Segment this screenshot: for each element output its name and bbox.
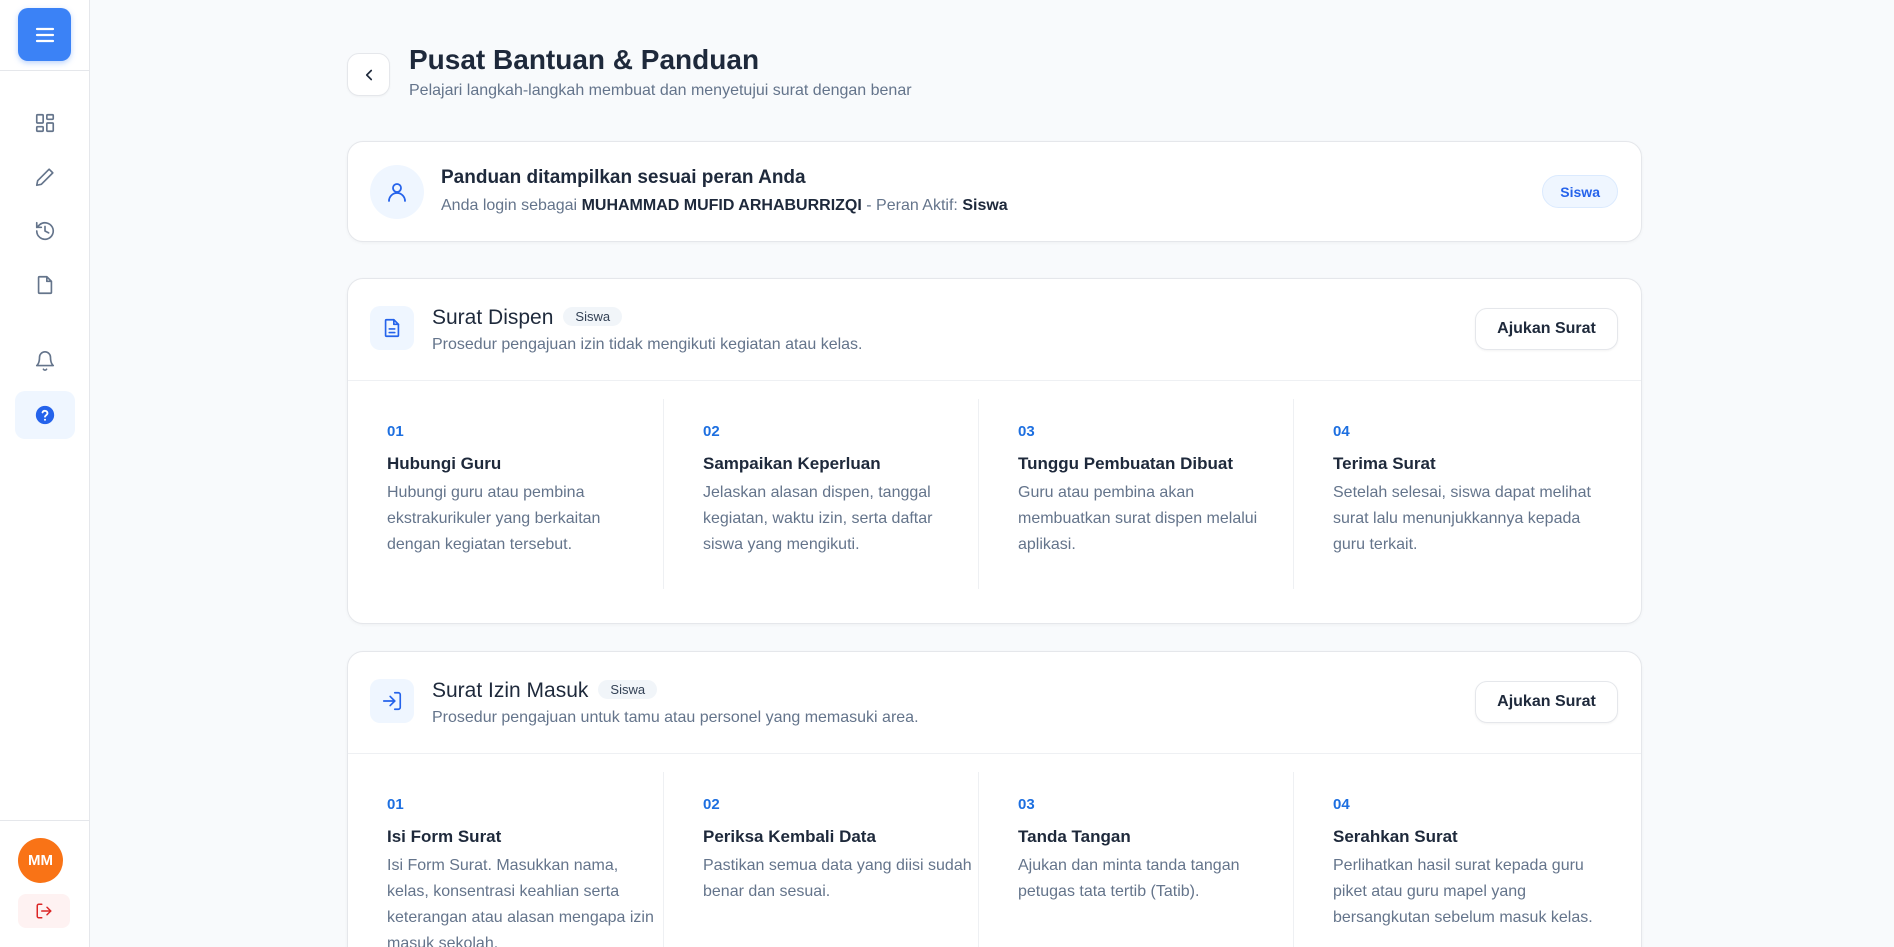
role-label: - Peran Aktif: — [861, 197, 958, 214]
step-number: 01 — [387, 796, 404, 813]
step-title: Tanda Tangan — [1018, 827, 1131, 846]
step-title: Isi Form Surat — [387, 827, 502, 846]
user-icon-wrapper — [370, 165, 424, 219]
section-description: Prosedur pengajuan untuk tamu atau perso… — [432, 709, 919, 726]
pencil-icon — [35, 168, 54, 187]
history-icon — [35, 221, 55, 241]
role-card-info: Anda login sebagai MUHAMMAD MUFID ARHABU… — [441, 197, 1008, 215]
step-number: 02 — [703, 423, 720, 440]
step-title: Periksa Kembali Data — [703, 827, 876, 846]
section-description: Prosedur pengajuan izin tidak mengikuti … — [432, 336, 863, 353]
section-title-text: Surat Izin Masuk — [432, 679, 589, 702]
sidebar-item-create[interactable] — [15, 153, 75, 201]
logout-icon — [36, 903, 52, 919]
sidebar-divider-bottom — [0, 820, 90, 821]
user-name: MUHAMMAD MUFID ARHABURRIZQI — [581, 197, 862, 214]
user-icon — [388, 183, 406, 202]
step-description: Guru atau pembina akan membuatkan surat … — [1018, 484, 1258, 553]
sidebar-item-notifications[interactable] — [15, 337, 75, 385]
sidebar-divider — [0, 70, 90, 71]
bell-icon — [35, 351, 55, 371]
help-icon — [35, 405, 55, 425]
role-info-card: Panduan ditampilkan sesuai peran Anda An… — [347, 141, 1642, 242]
section-title: Surat Izin Masuk Siswa — [432, 679, 658, 703]
login-as-label: Anda login sebagai — [441, 197, 578, 214]
section-header: Surat Dispen Siswa Prosedur pengajuan izi… — [348, 279, 1641, 381]
sidebar-item-dashboard[interactable] — [15, 99, 75, 147]
step-item: 03 Tunggu Pembuatan Dibuat Guru atau pem… — [978, 399, 1293, 589]
login-icon — [382, 691, 402, 711]
step-description: Jelaskan alasan dispen, tanggal kegiatan… — [703, 484, 933, 553]
document-icon-wrapper — [370, 306, 414, 350]
hamburger-icon — [35, 27, 54, 42]
page-title: Pusat Bantuan & Panduan — [409, 44, 760, 75]
step-title: Terima Surat — [1333, 454, 1436, 473]
avatar[interactable]: MM — [18, 838, 63, 883]
step-number: 04 — [1333, 423, 1350, 440]
active-role: Siswa — [962, 197, 1008, 214]
step-number: 04 — [1333, 796, 1350, 813]
step-item: 03 Tanda Tangan Ajukan dan minta tanda t… — [978, 772, 1293, 947]
step-title: Sampaikan Keperluan — [703, 454, 881, 473]
menu-toggle-button[interactable] — [18, 8, 71, 61]
step-item: 02 Periksa Kembali Data Pastikan semua d… — [663, 772, 978, 947]
role-card-title: Panduan ditampilkan sesuai peran Anda — [441, 167, 806, 188]
steps-list: 01 Hubungi Guru Hubungi guru atau pembin… — [348, 381, 1641, 601]
step-number: 01 — [387, 423, 404, 440]
step-title: Hubungi Guru — [387, 454, 502, 473]
ajukan-surat-button[interactable]: Ajukan Surat — [1475, 681, 1618, 723]
login-icon-wrapper — [370, 679, 414, 723]
step-number: 03 — [1018, 796, 1035, 813]
step-item: 02 Sampaikan Keperluan Jelaskan alasan d… — [663, 399, 978, 589]
step-description: Setelah selesai, siswa dapat melihat sur… — [1333, 484, 1591, 553]
section-surat-dispen: Surat Dispen Siswa Prosedur pengajuan izi… — [347, 278, 1642, 624]
page-subtitle: Pelajari langkah-langkah membuat dan men… — [409, 82, 912, 99]
steps-list: 01 Isi Form Surat Isi Form Surat. Masukk… — [348, 754, 1641, 947]
step-item: 01 Isi Form Surat Isi Form Surat. Masukk… — [348, 772, 663, 947]
step-item: 04 Serahkan Surat Perlihatkan hasil sura… — [1293, 772, 1608, 947]
step-title: Tunggu Pembuatan Dibuat — [1018, 454, 1234, 473]
sidebar: MM — [0, 0, 90, 947]
step-number: 02 — [703, 796, 720, 813]
file-icon — [37, 275, 53, 295]
step-description: Ajukan dan minta tanda tangan petugas ta… — [1018, 857, 1240, 900]
step-number: 03 — [1018, 423, 1035, 440]
chevron-left-icon — [365, 69, 372, 80]
sidebar-item-history[interactable] — [15, 207, 75, 255]
step-item: 01 Hubungi Guru Hubungi guru atau pembin… — [348, 399, 663, 589]
section-title-text: Surat Dispen — [432, 306, 554, 329]
sidebar-item-help[interactable] — [15, 391, 75, 439]
step-item: 04 Terima Surat Setelah selesai, siswa d… — [1293, 399, 1608, 589]
logout-button[interactable] — [18, 894, 70, 928]
section-badge: Siswa — [563, 307, 623, 326]
dashboard-icon — [35, 113, 55, 133]
section-title: Surat Dispen Siswa — [432, 306, 623, 330]
document-icon — [384, 318, 400, 338]
step-description: Isi Form Surat. Masukkan nama, kelas, ko… — [387, 857, 654, 947]
section-header: Surat Izin Masuk Siswa Prosedur pengajuan… — [348, 652, 1641, 754]
step-title: Serahkan Surat — [1333, 827, 1458, 846]
section-badge: Siswa — [598, 680, 658, 699]
step-description: Perlihatkan hasil surat kepada guru pike… — [1333, 857, 1593, 926]
sidebar-item-documents[interactable] — [15, 261, 75, 309]
section-surat-izin-masuk: Surat Izin Masuk Siswa Prosedur pengajuan… — [347, 651, 1642, 947]
back-button[interactable] — [347, 53, 390, 96]
step-description: Hubungi guru atau pembina ekstrakurikule… — [387, 484, 601, 553]
role-badge: Siswa — [1542, 175, 1618, 208]
ajukan-surat-button[interactable]: Ajukan Surat — [1475, 308, 1618, 350]
step-description: Pastikan semua data yang diisi sudah ben… — [703, 857, 972, 900]
